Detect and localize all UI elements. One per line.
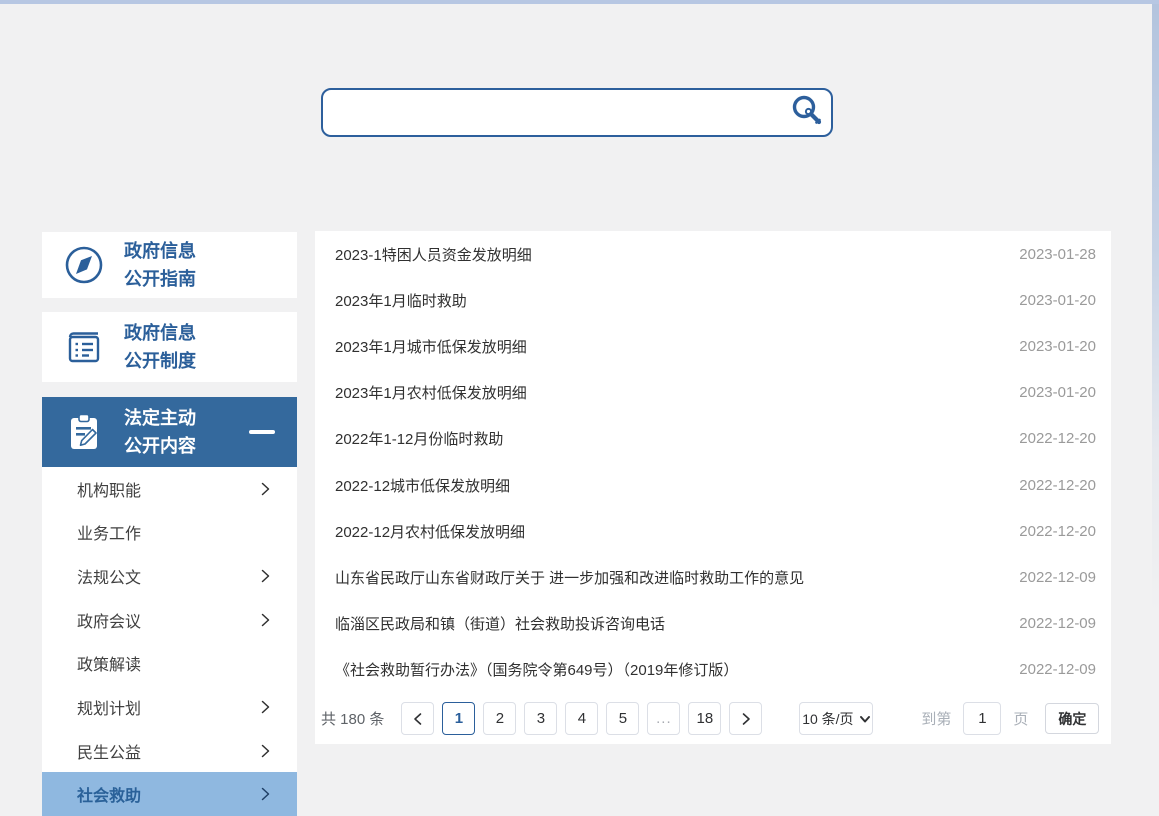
sidebar-menu-item[interactable]: 社会救助 <box>42 772 297 816</box>
sidebar-menu-item[interactable]: 法规公文 <box>42 554 297 598</box>
menu-item-label: 业务工作 <box>77 520 141 544</box>
list-item[interactable]: 2022-12城市低保发放明细 2022-12-20 <box>315 462 1111 508</box>
sidebar-card-disclosure-guide[interactable]: 政府信息 公开指南 <box>42 232 297 298</box>
page-size-select[interactable]: 10 条/页 <box>799 702 873 735</box>
sidebar-menu: 机构职能业务工作法规公文政府会议政策解读规划计划民生公益社会救助 <box>42 467 297 816</box>
page-button[interactable]: 3 <box>524 702 557 735</box>
chevron-down-icon <box>859 713 871 725</box>
page-button[interactable]: 4 <box>565 702 598 735</box>
goto-page-input[interactable] <box>963 702 1001 735</box>
item-title[interactable]: 2022年1-12月份临时救助 <box>335 428 503 449</box>
top-accent-bar <box>0 0 1159 4</box>
item-date: 2023-01-28 <box>999 246 1096 263</box>
clipboard-icon <box>61 409 107 455</box>
list-item[interactable]: 2022年1-12月份临时救助 2022-12-20 <box>315 416 1111 462</box>
card-label: 法定主动 公开内容 <box>124 404 196 460</box>
list-item[interactable]: 山东省民政厅山东省财政厅关于 进一步加强和改进临时救助工作的意见 2022-12-… <box>315 554 1111 600</box>
goto-suffix-label: 页 <box>1013 708 1028 729</box>
menu-item-label: 政府会议 <box>77 608 141 632</box>
item-date: 2022-12-09 <box>999 661 1096 678</box>
list-item[interactable]: 2022-12月农村低保发放明细 2022-12-20 <box>315 508 1111 554</box>
item-title[interactable]: 2023-1特困人员资金发放明细 <box>335 244 532 265</box>
menu-item-label: 规划计划 <box>77 695 141 719</box>
card-label: 政府信息 公开制度 <box>124 319 196 375</box>
collapse-minus-icon[interactable] <box>249 430 275 434</box>
item-title[interactable]: 2023年1月临时救助 <box>335 290 467 311</box>
scrollbar-track <box>1152 4 1159 816</box>
item-title[interactable]: 2022-12城市低保发放明细 <box>335 475 510 496</box>
item-date: 2022-12-09 <box>999 615 1096 632</box>
more-pages-button[interactable]: ... <box>647 702 680 735</box>
search-bar <box>321 88 833 137</box>
menu-item-label: 机构职能 <box>77 477 141 501</box>
prev-page-button[interactable] <box>401 702 434 735</box>
goto-page-group: 到第 页 确定 <box>921 702 1099 735</box>
item-date: 2023-01-20 <box>999 338 1096 355</box>
next-page-button[interactable] <box>729 702 762 735</box>
item-date: 2022-12-09 <box>999 569 1096 586</box>
sidebar-menu-item[interactable]: 规划计划 <box>42 685 297 729</box>
article-list: 2023-1特困人员资金发放明细2023-01-282023年1月临时救助202… <box>315 231 1111 693</box>
list-item[interactable]: 2023年1月农村低保发放明细 2023-01-20 <box>315 370 1111 416</box>
total-count-label: 共 180 条 <box>321 708 384 729</box>
page-button[interactable]: 1 <box>442 702 475 735</box>
chevron-right-icon <box>257 612 273 628</box>
menu-item-label: 法规公文 <box>77 564 141 588</box>
sidebar-card-disclosure-system[interactable]: 政府信息 公开制度 <box>42 312 297 382</box>
compass-icon <box>61 242 107 288</box>
search-button[interactable] <box>785 91 829 135</box>
list-item[interactable]: 《社会救助暂行办法》（国务院令第649号）（2019年修订版） 2022-12-0… <box>315 647 1111 693</box>
chevron-right-icon <box>257 699 273 715</box>
menu-item-label: 社会救助 <box>77 782 141 806</box>
goto-prefix-label: 到第 <box>921 708 951 729</box>
page-size-value: 10 条/页 <box>802 709 853 729</box>
page-number-buttons: 12345...18 <box>442 702 729 735</box>
chevron-right-icon <box>257 743 273 759</box>
sidebar-menu-item[interactable]: 民生公益 <box>42 729 297 773</box>
item-title[interactable]: 《社会救助暂行办法》（国务院令第649号）（2019年修订版） <box>335 659 738 680</box>
page-button[interactable]: 5 <box>606 702 639 735</box>
list-item[interactable]: 2023年1月城市低保发放明细 2023-01-20 <box>315 323 1111 369</box>
list-item[interactable]: 临淄区民政局和镇（街道）社会救助投诉咨询电话 2022-12-09 <box>315 601 1111 647</box>
sidebar-menu-item[interactable]: 业务工作 <box>42 511 297 555</box>
sidebar-card-legal-disclosure[interactable]: 法定主动 公开内容 <box>42 397 297 467</box>
page-buttons: 12345...18 <box>401 702 770 735</box>
list-item[interactable]: 2023-1特困人员资金发放明细 2023-01-28 <box>315 231 1111 277</box>
item-date: 2022-12-20 <box>999 477 1096 494</box>
chevron-right-icon <box>257 786 273 802</box>
menu-item-label: 民生公益 <box>77 739 141 763</box>
page-button[interactable]: 2 <box>483 702 516 735</box>
sidebar-menu-item[interactable]: 政策解读 <box>42 642 297 686</box>
item-date: 2023-01-20 <box>999 384 1096 401</box>
book-icon <box>61 324 107 370</box>
page-button[interactable]: 18 <box>688 702 721 735</box>
item-date: 2022-12-20 <box>999 430 1096 447</box>
search-input[interactable] <box>323 90 785 135</box>
sidebar-menu-item[interactable]: 机构职能 <box>42 467 297 511</box>
item-title[interactable]: 临淄区民政局和镇（街道）社会救助投诉咨询电话 <box>335 613 665 634</box>
menu-item-label: 政策解读 <box>77 651 141 675</box>
item-date: 2023-01-20 <box>999 292 1096 309</box>
item-title[interactable]: 山东省民政厅山东省财政厅关于 进一步加强和改进临时救助工作的意见 <box>335 567 804 588</box>
list-item[interactable]: 2023年1月临时救助 2023-01-20 <box>315 277 1111 323</box>
item-title[interactable]: 2022-12月农村低保发放明细 <box>335 521 525 542</box>
pagination-bar: 共 180 条 12345...18 10 条/页 到第 页 确定 <box>315 693 1111 744</box>
search-icon <box>789 93 825 132</box>
chevron-right-icon <box>257 481 273 497</box>
sidebar-menu-item[interactable]: 政府会议 <box>42 598 297 642</box>
content-panel: 2023-1特困人员资金发放明细2023-01-282023年1月临时救助202… <box>315 231 1111 744</box>
item-title[interactable]: 2023年1月农村低保发放明细 <box>335 382 527 403</box>
item-date: 2022-12-20 <box>999 523 1096 540</box>
chevron-right-icon <box>257 568 273 584</box>
goto-confirm-button[interactable]: 确定 <box>1045 703 1099 734</box>
item-title[interactable]: 2023年1月城市低保发放明细 <box>335 336 527 357</box>
card-label: 政府信息 公开指南 <box>124 237 196 293</box>
